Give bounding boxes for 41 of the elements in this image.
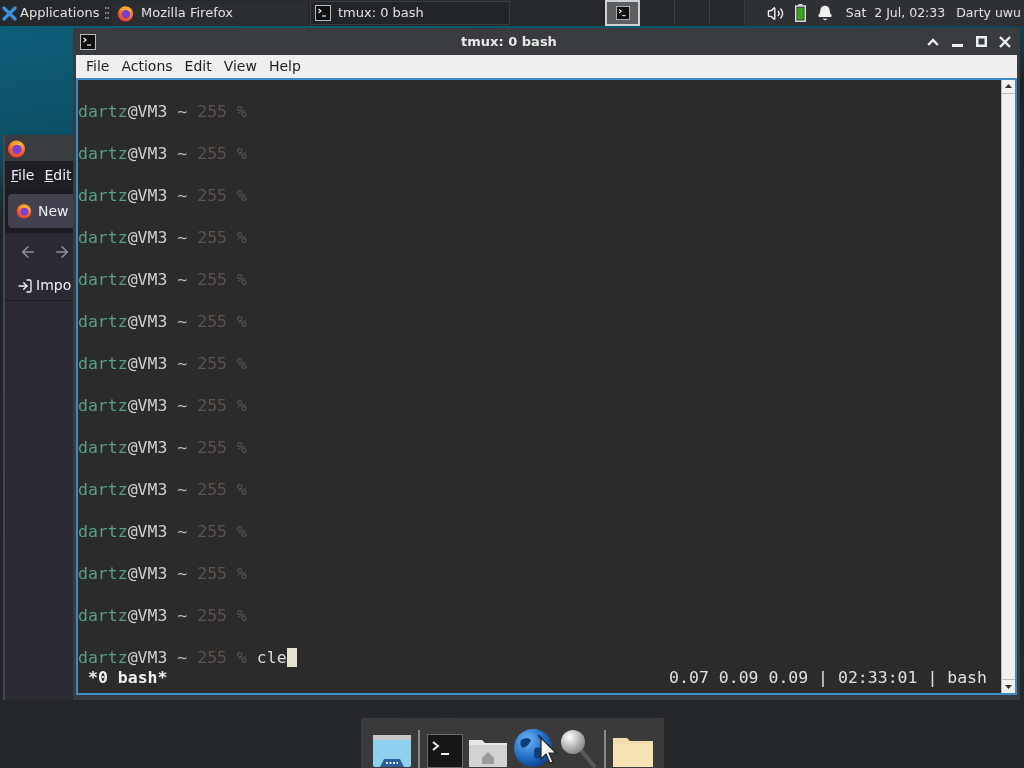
taskbar-button[interactable]: tmux: 0 bash <box>310 1 510 25</box>
maximize-icon <box>975 36 987 47</box>
menu-item[interactable]: Edit <box>178 56 218 77</box>
volume-icon[interactable] <box>766 4 784 22</box>
bookmark-link[interactable]: Impo <box>36 275 72 296</box>
mouse-pointer-icon <box>540 737 558 765</box>
menu-item[interactable]: Help <box>262 56 307 77</box>
tmux-window-tab[interactable]: *0 bash* <box>88 666 168 691</box>
forward-icon[interactable] <box>53 243 71 261</box>
back-icon[interactable] <box>19 243 37 261</box>
firefox-icon <box>7 138 26 158</box>
firefox-icon <box>117 4 134 22</box>
menu-item[interactable]: View <box>217 56 263 77</box>
clock-text[interactable]: Sat 2 Jul, 02:33 <box>845 3 946 23</box>
close-icon <box>999 35 1011 48</box>
scrollbar[interactable] <box>1001 80 1015 693</box>
minimize-icon <box>951 43 963 47</box>
window-thumbnail-icon <box>615 6 630 20</box>
handle-icon <box>105 7 109 19</box>
tmux-status-text: 0.07 0.09 0.09 | 02:33:01 | bash <box>669 667 987 690</box>
user-name[interactable]: Darty uwu <box>956 3 1021 23</box>
tab-title: New <box>38 201 69 221</box>
menu-item[interactable]: Edit <box>44 164 72 186</box>
terminal-icon <box>426 734 463 768</box>
desktop-window-icon <box>371 734 412 768</box>
x-logo-icon <box>2 5 17 21</box>
import-icon <box>17 277 33 294</box>
terminal-icon <box>315 5 331 21</box>
menu-item[interactable]: File <box>11 164 35 186</box>
search-icon <box>558 728 597 768</box>
terminal-icon <box>80 33 96 50</box>
menu-item[interactable]: Actions <box>115 56 179 77</box>
browser-tab[interactable]: New <box>8 194 73 228</box>
menu-item[interactable]: File <box>80 56 116 77</box>
taskbar-button[interactable]: Mozilla Firefox <box>112 1 308 25</box>
battery-icon[interactable] <box>794 4 806 22</box>
notification-bell-icon[interactable] <box>816 5 833 21</box>
window-title: tmux: 0 bash <box>460 32 558 51</box>
firefox-icon <box>16 203 32 219</box>
chevron-up-icon <box>927 37 939 46</box>
applications-menu-button[interactable]: Applications <box>0 0 102 26</box>
